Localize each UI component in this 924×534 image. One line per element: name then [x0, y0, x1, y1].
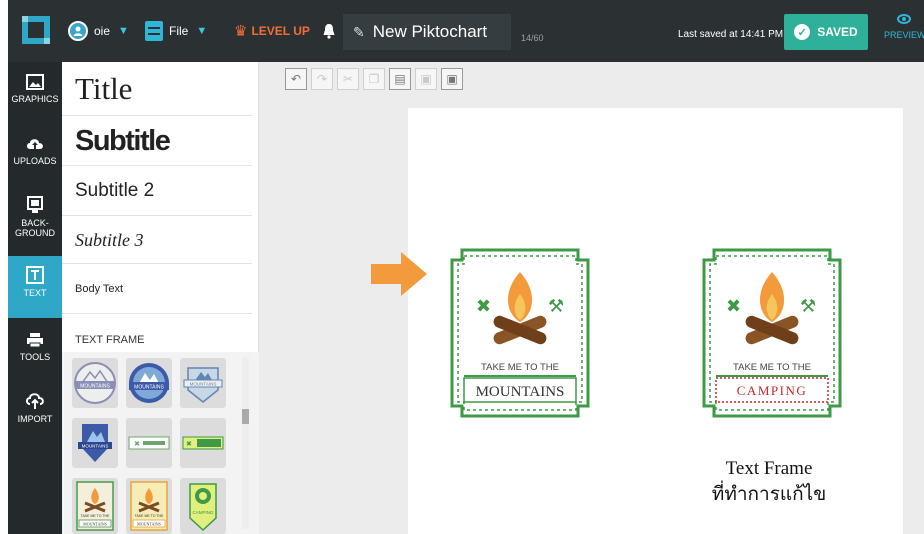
preview-label: PREVIEW: [884, 30, 924, 40]
eye-icon: [897, 14, 911, 24]
nav-import-label: IMPORT: [17, 414, 53, 424]
cut-icon[interactable]: ✂: [337, 68, 359, 90]
text-frame-thumb[interactable]: MOUNTAINS: [180, 358, 226, 408]
levelup-button[interactable]: ♛ LEVEL UP: [234, 0, 336, 62]
text-frame-thumb[interactable]: TAKE ME TO THE MOUNTAINS: [72, 478, 118, 534]
svg-text:MOUNTAINS: MOUNTAINS: [80, 384, 110, 390]
text-icon: [26, 266, 44, 284]
paste-icon[interactable]: ▤: [389, 68, 411, 90]
text-frame-thumb[interactable]: ✖: [126, 418, 172, 468]
gallery-scrollbar[interactable]: [242, 357, 249, 529]
svg-text:MOUNTAINS: MOUNTAINS: [190, 382, 217, 387]
check-icon: ✓: [794, 24, 811, 40]
subtitle2-text-option[interactable]: Subtitle 2: [62, 166, 252, 216]
subtitle-text-option[interactable]: Subtitle: [62, 116, 252, 166]
badge-left-bottom-text: MOUNTAINS: [476, 384, 565, 400]
svg-text:MOUNTAINS: MOUNTAINS: [134, 385, 164, 391]
caption-line-1: Text Frame: [725, 458, 813, 479]
badge-left-top-text: TAKE ME TO THE: [481, 362, 559, 373]
nav-tools-label: TOOLS: [19, 352, 51, 362]
copy-icon[interactable]: ❐: [363, 68, 385, 90]
cloud-upload-icon: [27, 139, 43, 149]
body-text-option[interactable]: Body Text: [62, 264, 252, 314]
saved-label: SAVED: [817, 25, 858, 39]
crossed-tools-icon: ⚒: [548, 296, 564, 317]
monitor-icon: [27, 196, 43, 213]
svg-text:CAMPING: CAMPING: [192, 510, 214, 515]
pencil-icon: ✎: [353, 23, 365, 40]
file-menu[interactable]: File ▼: [145, 0, 207, 62]
crop-icon[interactable]: ▣: [441, 68, 463, 90]
cloud-import-icon: [26, 393, 44, 409]
nav-uploads-label: UPLOADS: [13, 156, 57, 166]
text-frame-thumb[interactable]: MOUNTAINS: [72, 358, 118, 408]
nav-graphics-label: GRAPHICS: [11, 94, 59, 104]
text-frame-heading: TEXT FRAME: [75, 334, 145, 346]
svg-text:MOUNTAINS: MOUNTAINS: [82, 444, 109, 449]
subtitle3-text-option[interactable]: Subtitle 3: [62, 216, 252, 264]
text-panel: Title Subtitle Subtitle 2 Subtitle 3 Bod…: [62, 62, 259, 534]
svg-text:TAKE ME TO THE: TAKE ME TO THE: [135, 514, 164, 518]
left-navigation: GRAPHICS UPLOADS BACK-GROUND TEXT TOOLS: [8, 62, 62, 534]
nav-background-label: BACK-GROUND: [15, 218, 55, 238]
document-title: New Piktochart: [372, 22, 488, 41]
badge-right-bottom-text: CAMPING: [737, 383, 807, 398]
nav-background[interactable]: BACK-GROUND: [8, 192, 62, 252]
image-icon: [26, 74, 44, 90]
svg-text:✖: ✖: [186, 441, 192, 448]
user-avatar-icon: [68, 21, 88, 41]
user-menu[interactable]: oie ▼: [68, 0, 129, 62]
scrollbar-thumb[interactable]: [242, 409, 249, 424]
top-bar: oie ▼ File ▼ ♛ LEVEL UP ✎ New Piktochart…: [8, 0, 924, 62]
chevron-down-icon: ▼: [118, 25, 129, 37]
text-frame-thumb[interactable]: ✖: [180, 418, 226, 468]
file-label: File: [169, 24, 189, 38]
saved-button[interactable]: ✓ SAVED: [784, 14, 868, 50]
badge-right-top-text: TAKE ME TO THE: [733, 362, 811, 373]
nav-uploads[interactable]: UPLOADS: [8, 132, 62, 184]
mountains-text-frame[interactable]: ✖ ⚒ TAKE ME TO THE MOUNTAINS: [450, 248, 590, 418]
title-text-option[interactable]: Title: [62, 62, 252, 116]
delete-icon[interactable]: ▣: [415, 68, 437, 90]
nav-import[interactable]: IMPORT: [8, 388, 62, 440]
text-frame-thumb[interactable]: TAKE ME TO THE MOUNTAINS: [126, 478, 172, 534]
character-counter: 14/60: [521, 33, 544, 43]
camping-text-frame[interactable]: ✖ ⚒ TAKE ME TO THE CAMPING: [702, 248, 842, 418]
edit-toolbar: ↶ ↷ ✂ ❐ ▤ ▣ ▣: [285, 68, 463, 98]
crown-icon: ♛: [234, 23, 248, 40]
crossed-tools-icon: ✖: [726, 296, 741, 317]
nav-tools[interactable]: TOOLS: [8, 328, 62, 380]
nav-text[interactable]: TEXT: [8, 256, 62, 318]
svg-text:MOUNTAINS: MOUNTAINS: [83, 522, 107, 527]
levelup-label: LEVEL UP: [251, 24, 310, 38]
crossed-tools-icon: ⚒: [800, 296, 816, 317]
text-frame-gallery: MOUNTAINS MOUNTAINS MOUNTAINS MOUNTAINS …: [62, 352, 259, 534]
svg-text:✖: ✖: [134, 441, 140, 448]
nav-text-label: TEXT: [23, 288, 47, 298]
crossed-tools-icon: ✖: [476, 296, 491, 317]
preview-button[interactable]: PREVIEW: [884, 6, 924, 40]
text-frame-thumb[interactable]: MOUNTAINS: [126, 358, 172, 408]
last-saved-status: Last saved at 14:41 PM: [678, 29, 784, 40]
nav-graphics[interactable]: GRAPHICS: [8, 70, 62, 122]
piktochart-logo[interactable]: [22, 16, 50, 44]
caption-line-2: ที่ทำการแก้ไข: [711, 483, 827, 505]
bell-icon[interactable]: [322, 23, 336, 39]
document-title-field[interactable]: ✎ New Piktochart: [343, 14, 511, 50]
undo-icon[interactable]: ↶: [285, 68, 307, 90]
svg-text:MOUNTAINS: MOUNTAINS: [137, 522, 161, 527]
user-name: oie: [94, 24, 111, 38]
text-frame-thumb[interactable]: CAMPING: [180, 478, 226, 534]
annotation-caption: Text Frame ที่ทำการแก้ไข: [699, 457, 839, 507]
chevron-down-icon: ▼: [196, 25, 208, 37]
text-frame-thumb[interactable]: MOUNTAINS: [72, 418, 118, 468]
svg-text:TAKE ME TO THE: TAKE ME TO THE: [81, 514, 110, 518]
printer-icon: [27, 333, 43, 348]
arrow-right-icon: [371, 252, 427, 296]
redo-icon[interactable]: ↷: [311, 68, 333, 90]
file-icon: [145, 21, 163, 41]
